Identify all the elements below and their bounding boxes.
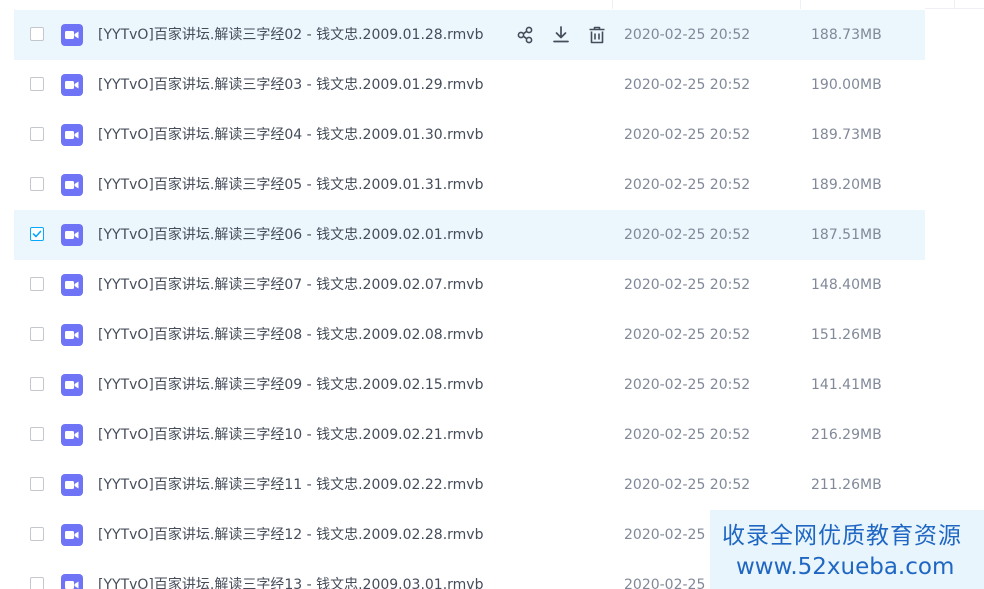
file-size: 190.00MB xyxy=(811,77,882,93)
video-file-icon xyxy=(61,374,83,396)
file-size: 211.26MB xyxy=(811,477,882,493)
video-file-icon xyxy=(61,74,83,96)
file-row[interactable]: [YYTvO]百家讲坛.解读三字经03 - 钱文忠.2009.01.29.rmv… xyxy=(14,60,925,110)
video-file-icon xyxy=(61,424,83,446)
file-name[interactable]: [YYTvO]百家讲坛.解读三字经08 - 钱文忠.2009.02.08.rmv… xyxy=(98,310,483,360)
file-date: 2020-02-25 20:52 xyxy=(624,327,751,343)
row-checkbox[interactable] xyxy=(30,127,44,141)
file-size: 189.73MB xyxy=(811,127,882,143)
file-size: 151.26MB xyxy=(811,327,882,343)
header-divider-size[interactable] xyxy=(800,0,801,9)
file-date: 2020-02-25 20:52 xyxy=(624,277,751,293)
file-size: 188.73MB xyxy=(811,27,882,43)
file-date: 2020-02-25 20:52 xyxy=(624,27,751,43)
file-name[interactable]: [YYTvO]百家讲坛.解读三字经07 - 钱文忠.2009.02.07.rmv… xyxy=(98,260,483,310)
watermark-url: www.52xueba.com xyxy=(736,554,955,580)
column-header xyxy=(14,0,984,9)
file-row[interactable]: [YYTvO]百家讲坛.解读三字经04 - 钱文忠.2009.01.30.rmv… xyxy=(14,110,925,160)
file-list: [YYTvO]百家讲坛.解读三字经02 - 钱文忠.2009.01.28.rmv… xyxy=(14,10,925,589)
row-checkbox[interactable] xyxy=(30,327,44,341)
row-checkbox[interactable] xyxy=(30,427,44,441)
file-name[interactable]: [YYTvO]百家讲坛.解读三字经11 - 钱文忠.2009.02.22.rmv… xyxy=(98,460,483,510)
file-name[interactable]: [YYTvO]百家讲坛.解读三字经09 - 钱文忠.2009.02.15.rmv… xyxy=(98,360,483,410)
row-checkbox[interactable] xyxy=(30,477,44,491)
file-size: 148.40MB xyxy=(811,277,882,293)
video-file-icon xyxy=(61,524,83,546)
file-name[interactable]: [YYTvO]百家讲坛.解读三字经13 - 钱文忠.2009.03.01.rmv… xyxy=(98,560,483,589)
header-bottom-border xyxy=(925,8,984,9)
file-row[interactable]: [YYTvO]百家讲坛.解读三字经06 - 钱文忠.2009.02.01.rmv… xyxy=(14,210,925,260)
video-file-icon xyxy=(61,574,83,589)
file-date: 2020-02-25 xyxy=(624,577,706,589)
row-checkbox[interactable] xyxy=(30,177,44,191)
check-icon xyxy=(32,230,42,238)
file-size: 189.20MB xyxy=(811,177,882,193)
file-row[interactable]: [YYTvO]百家讲坛.解读三字经07 - 钱文忠.2009.02.07.rmv… xyxy=(14,260,925,310)
file-date: 2020-02-25 20:52 xyxy=(624,477,751,493)
watermark: 收录全网优质教育资源 www.52xueba.com xyxy=(710,510,984,589)
file-date: 2020-02-25 20:52 xyxy=(624,127,751,143)
header-divider-date[interactable] xyxy=(612,0,613,9)
video-file-icon xyxy=(61,124,83,146)
video-file-icon xyxy=(61,174,83,196)
file-date: 2020-02-25 xyxy=(624,527,706,543)
file-name[interactable]: [YYTvO]百家讲坛.解读三字经12 - 钱文忠.2009.02.28.rmv… xyxy=(98,510,483,560)
file-name[interactable]: [YYTvO]百家讲坛.解读三字经04 - 钱文忠.2009.01.30.rmv… xyxy=(98,110,483,160)
file-list-page: [YYTvO]百家讲坛.解读三字经02 - 钱文忠.2009.01.28.rmv… xyxy=(0,0,984,589)
watermark-title: 收录全网优质教育资源 xyxy=(722,523,962,549)
file-row[interactable]: [YYTvO]百家讲坛.解读三字经09 - 钱文忠.2009.02.15.rmv… xyxy=(14,360,925,410)
row-checkbox[interactable] xyxy=(30,277,44,291)
file-name[interactable]: [YYTvO]百家讲坛.解读三字经10 - 钱文忠.2009.02.21.rmv… xyxy=(98,410,483,460)
file-name[interactable]: [YYTvO]百家讲坛.解读三字经06 - 钱文忠.2009.02.01.rmv… xyxy=(98,210,483,260)
file-row[interactable]: [YYTvO]百家讲坛.解读三字经08 - 钱文忠.2009.02.08.rmv… xyxy=(14,310,925,360)
file-row[interactable]: [YYTvO]百家讲坛.解读三字经02 - 钱文忠.2009.01.28.rmv… xyxy=(14,10,925,60)
file-size: 141.41MB xyxy=(811,377,882,393)
download-icon[interactable] xyxy=(550,24,572,46)
file-name[interactable]: [YYTvO]百家讲坛.解读三字经02 - 钱文忠.2009.01.28.rmv… xyxy=(98,10,483,60)
row-checkbox-checked[interactable] xyxy=(30,227,44,241)
video-file-icon xyxy=(61,274,83,296)
row-checkbox[interactable] xyxy=(30,27,44,41)
row-checkbox[interactable] xyxy=(30,577,44,589)
video-file-icon xyxy=(61,24,83,46)
file-name[interactable]: [YYTvO]百家讲坛.解读三字经05 - 钱文忠.2009.01.31.rmv… xyxy=(98,160,483,210)
row-actions xyxy=(514,24,608,46)
video-file-icon xyxy=(61,474,83,496)
row-checkbox[interactable] xyxy=(30,377,44,391)
file-date: 2020-02-25 20:52 xyxy=(624,427,751,443)
delete-icon[interactable] xyxy=(586,24,608,46)
share-icon[interactable] xyxy=(514,24,536,46)
file-name[interactable]: [YYTvO]百家讲坛.解读三字经03 - 钱文忠.2009.01.29.rmv… xyxy=(98,60,483,110)
file-row[interactable]: [YYTvO]百家讲坛.解读三字经05 - 钱文忠.2009.01.31.rmv… xyxy=(14,160,925,210)
file-date: 2020-02-25 20:52 xyxy=(624,227,751,243)
file-size: 216.29MB xyxy=(811,427,882,443)
file-date: 2020-02-25 20:52 xyxy=(624,177,751,193)
video-file-icon xyxy=(61,324,83,346)
file-row[interactable]: [YYTvO]百家讲坛.解读三字经11 - 钱文忠.2009.02.22.rmv… xyxy=(14,460,925,510)
file-date: 2020-02-25 20:52 xyxy=(624,377,751,393)
video-file-icon xyxy=(61,224,83,246)
file-date: 2020-02-25 20:52 xyxy=(624,77,751,93)
left-panel-edge xyxy=(0,0,15,589)
file-size: 187.51MB xyxy=(811,227,882,243)
row-checkbox[interactable] xyxy=(30,77,44,91)
row-checkbox[interactable] xyxy=(30,527,44,541)
file-row[interactable]: [YYTvO]百家讲坛.解读三字经10 - 钱文忠.2009.02.21.rmv… xyxy=(14,410,925,460)
